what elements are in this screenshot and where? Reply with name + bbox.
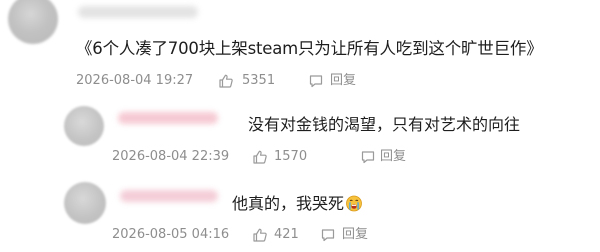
like-count: 1570 bbox=[274, 149, 308, 164]
like-count: 5351 bbox=[242, 73, 276, 88]
comment-meta: 2026-08-05 04:16 421 回复 bbox=[112, 226, 512, 244]
speech-bubble-icon[interactable] bbox=[308, 73, 324, 89]
speech-bubble-icon[interactable] bbox=[360, 149, 376, 165]
crying-face-icon bbox=[346, 195, 362, 212]
avatar[interactable] bbox=[64, 106, 104, 146]
thumbs-up-icon[interactable] bbox=[252, 227, 268, 243]
timestamp: 2026-08-04 22:39 bbox=[112, 149, 230, 164]
comment-meta: 2026-08-04 22:39 1570 回复 bbox=[112, 148, 512, 166]
timestamp: 2026-08-05 04:16 bbox=[112, 227, 230, 242]
comment-item: 《6个人凑了700块上架steam只为让所有人吃到这个旷世巨作》 2026-08… bbox=[0, 0, 600, 100]
username-blurred[interactable] bbox=[78, 6, 198, 18]
avatar[interactable] bbox=[64, 182, 106, 224]
comment-text: 《6个人凑了700块上架steam只为让所有人吃到这个旷世巨作》 bbox=[76, 39, 543, 58]
comment-text: 没有对金钱的渴望，只有对艺术的向往 bbox=[248, 115, 521, 134]
thumbs-up-icon[interactable] bbox=[252, 149, 268, 165]
username-blurred[interactable] bbox=[120, 190, 218, 202]
reply-item: 他真的，我哭死 2026-08-05 04:16 421 回复 bbox=[0, 180, 600, 252]
comment-text-row: 他真的，我哭死 bbox=[232, 193, 363, 215]
reply-button[interactable]: 回复 bbox=[342, 226, 368, 244]
avatar[interactable] bbox=[8, 0, 58, 44]
comment-meta: 2026-08-04 19:27 5351 回复 bbox=[76, 72, 476, 90]
speech-bubble-icon[interactable] bbox=[320, 227, 336, 243]
reply-button[interactable]: 回复 bbox=[380, 148, 406, 166]
thumbs-up-icon[interactable] bbox=[218, 73, 234, 89]
like-count: 421 bbox=[274, 227, 299, 242]
timestamp: 2026-08-04 19:27 bbox=[76, 73, 194, 88]
reply-item: 没有对金钱的渴望，只有对艺术的向往 2026-08-04 22:39 1570 … bbox=[0, 104, 600, 174]
comment-text: 他真的，我哭死 bbox=[232, 194, 345, 213]
username-blurred[interactable] bbox=[118, 112, 218, 124]
reply-button[interactable]: 回复 bbox=[330, 72, 356, 90]
